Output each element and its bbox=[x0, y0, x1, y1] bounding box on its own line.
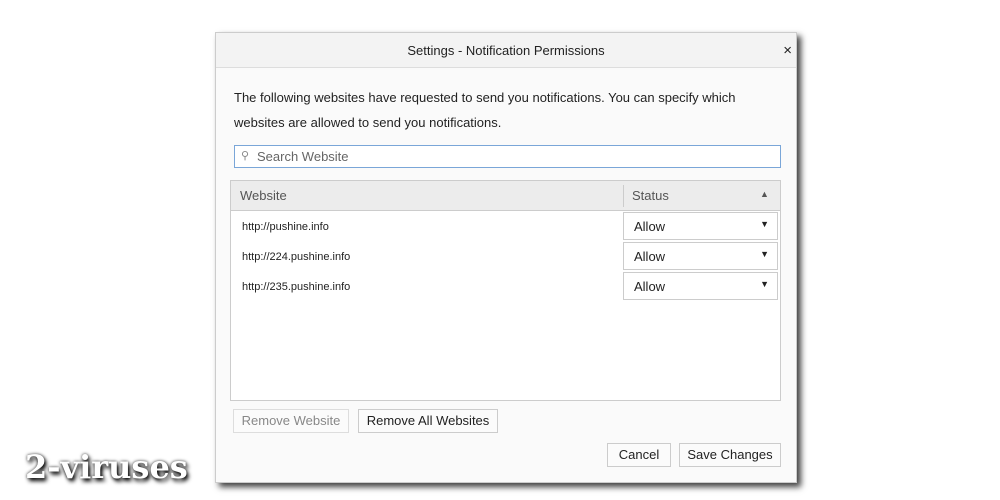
column-divider bbox=[623, 185, 624, 207]
websites-table: Website Status ▲ http://pushine.info All… bbox=[230, 180, 781, 401]
chevron-down-icon: ▼ bbox=[760, 249, 769, 259]
table-row[interactable]: http://235.pushine.info Allow ▼ bbox=[231, 271, 780, 301]
notification-permissions-dialog: Settings - Notification Permissions × Th… bbox=[215, 32, 797, 483]
status-select[interactable]: Allow ▼ bbox=[623, 242, 778, 270]
website-url: http://224.pushine.info bbox=[242, 251, 351, 263]
chevron-down-icon: ▼ bbox=[760, 219, 769, 229]
sort-ascending-icon[interactable]: ▲ bbox=[760, 189, 769, 199]
column-header-status[interactable]: Status bbox=[632, 188, 669, 203]
table-row[interactable]: http://pushine.info Allow ▼ bbox=[231, 211, 780, 241]
search-placeholder: Search Website bbox=[257, 149, 349, 164]
status-select[interactable]: Allow ▼ bbox=[623, 272, 778, 300]
status-value: Allow bbox=[634, 249, 666, 264]
watermark-logo: 2-viruses bbox=[25, 448, 188, 486]
website-url: http://pushine.info bbox=[242, 221, 329, 233]
description: The following websites have requested to… bbox=[234, 90, 736, 130]
dialog-titlebar: Settings - Notification Permissions × bbox=[216, 33, 796, 68]
table-header: Website Status ▲ bbox=[231, 181, 780, 211]
remove-website-button[interactable]: Remove Website bbox=[233, 409, 349, 433]
remove-all-websites-button[interactable]: Remove All Websites bbox=[358, 409, 498, 433]
save-changes-button[interactable]: Save Changes bbox=[679, 443, 781, 467]
dialog-title: Settings - Notification Permissions bbox=[407, 43, 605, 58]
search-input[interactable]: ⚲ Search Website bbox=[234, 145, 781, 168]
website-url: http://235.pushine.info bbox=[242, 281, 351, 293]
table-row[interactable]: http://224.pushine.info Allow ▼ bbox=[231, 241, 780, 271]
close-icon[interactable]: × bbox=[783, 33, 792, 68]
status-value: Allow bbox=[634, 279, 666, 294]
chevron-down-icon: ▼ bbox=[760, 279, 769, 289]
cancel-button[interactable]: Cancel bbox=[607, 443, 671, 467]
column-header-website[interactable]: Website bbox=[240, 188, 287, 203]
search-icon: ⚲ bbox=[241, 150, 250, 162]
status-select[interactable]: Allow ▼ bbox=[623, 212, 778, 240]
status-value: Allow bbox=[634, 219, 666, 234]
